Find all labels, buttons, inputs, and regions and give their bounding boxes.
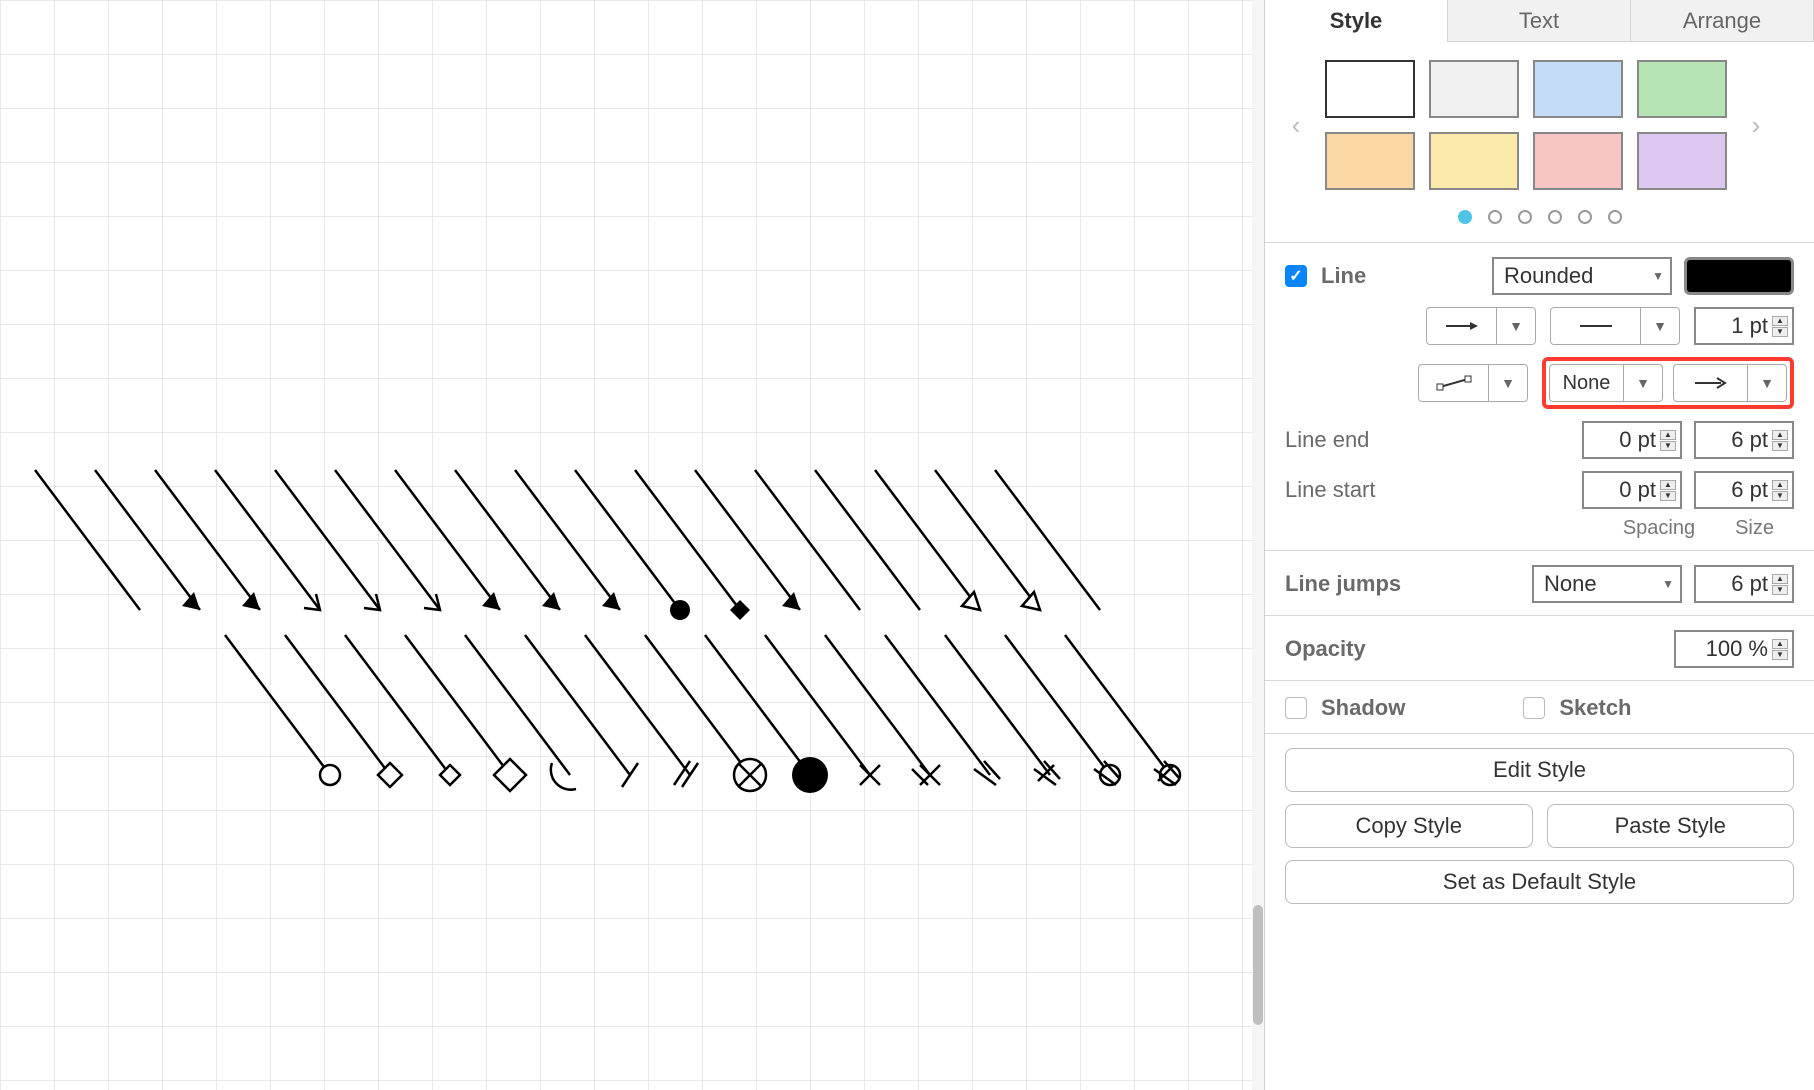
color-swatches <box>1325 60 1727 190</box>
shadow-label: Shadow <box>1321 695 1405 721</box>
swatch-gray[interactable] <box>1429 60 1519 118</box>
swatch-red[interactable] <box>1533 132 1623 190</box>
tab-style[interactable]: Style <box>1265 0 1448 42</box>
opacity-label: Opacity <box>1285 636 1366 662</box>
canvas-area[interactable]: // (function(){ var ns="http://www.w3.or… <box>0 0 1264 1090</box>
opacity-input[interactable]: 100 %▲▼ <box>1674 630 1794 668</box>
canvas-content[interactable]: // (function(){ var ns="http://www.w3.or… <box>0 0 1264 1090</box>
line-color-well[interactable] <box>1684 257 1794 295</box>
paste-style-button[interactable]: Paste Style <box>1547 804 1795 848</box>
line-start-arrow-select[interactable]: None ▼ <box>1549 364 1663 402</box>
palette-dot-5[interactable] <box>1578 210 1592 224</box>
sketch-checkbox[interactable] <box>1523 697 1545 719</box>
vertical-scrollbar[interactable] <box>1252 0 1264 1090</box>
set-default-style-button[interactable]: Set as Default Style <box>1285 860 1794 904</box>
line-jumps-label: Line jumps <box>1285 571 1401 597</box>
line-jumps-size-input[interactable]: 6 pt▲▼ <box>1694 565 1794 603</box>
swatch-purple[interactable] <box>1637 132 1727 190</box>
spacing-label: Spacing <box>1623 517 1695 540</box>
waypoint-select[interactable]: ▼ <box>1418 364 1528 402</box>
line-start-label: Line start <box>1285 477 1376 503</box>
copy-style-button[interactable]: Copy Style <box>1285 804 1533 848</box>
arrow-direction-select[interactable]: ▼ <box>1426 307 1536 345</box>
line-jumps-select[interactable]: None▼ <box>1532 565 1682 603</box>
swatch-white[interactable] <box>1325 60 1415 118</box>
line-end-spacing-input[interactable]: 0 pt▲▼ <box>1582 421 1682 459</box>
line-dash-select[interactable]: ▼ <box>1550 307 1680 345</box>
format-panel: Style Text Arrange ‹ › <box>1264 0 1814 1090</box>
line-style-select[interactable]: Rounded▼ <box>1492 257 1672 295</box>
shadow-checkbox[interactable] <box>1285 697 1307 719</box>
swatch-orange[interactable] <box>1325 132 1415 190</box>
tab-arrange[interactable]: Arrange <box>1631 0 1814 42</box>
palette-dot-6[interactable] <box>1608 210 1622 224</box>
tab-text[interactable]: Text <box>1448 0 1631 42</box>
edit-style-button[interactable]: Edit Style <box>1285 748 1794 792</box>
line-end-size-input[interactable]: 6 pt▲▼ <box>1694 421 1794 459</box>
swatch-blue[interactable] <box>1533 60 1623 118</box>
line-label: Line <box>1321 263 1366 289</box>
line-checkbox[interactable] <box>1285 265 1307 287</box>
size-label: Size <box>1735 517 1774 540</box>
line-thickness-input[interactable]: 1 pt▲▼ <box>1694 307 1794 345</box>
scrollbar-thumb[interactable] <box>1253 905 1263 1025</box>
palette-dot-2[interactable] <box>1488 210 1502 224</box>
sketch-label: Sketch <box>1559 695 1631 721</box>
palette-dot-1[interactable] <box>1458 210 1472 224</box>
line-end-arrow-select[interactable]: ▼ <box>1673 364 1787 402</box>
palette-prev-icon[interactable]: ‹ <box>1285 110 1307 141</box>
palette-dot-3[interactable] <box>1518 210 1532 224</box>
swatch-yellow[interactable] <box>1429 132 1519 190</box>
palette-pagination <box>1285 210 1794 224</box>
line-end-label: Line end <box>1285 427 1369 453</box>
line-start-size-input[interactable]: 6 pt▲▼ <box>1694 471 1794 509</box>
line-start-spacing-input[interactable]: 0 pt▲▼ <box>1582 471 1682 509</box>
palette-next-icon[interactable]: › <box>1745 110 1767 141</box>
arrow-endpoints-highlight: None ▼ ▼ <box>1542 357 1794 409</box>
swatch-green[interactable] <box>1637 60 1727 118</box>
panel-tabs: Style Text Arrange <box>1265 0 1814 42</box>
palette-dot-4[interactable] <box>1548 210 1562 224</box>
